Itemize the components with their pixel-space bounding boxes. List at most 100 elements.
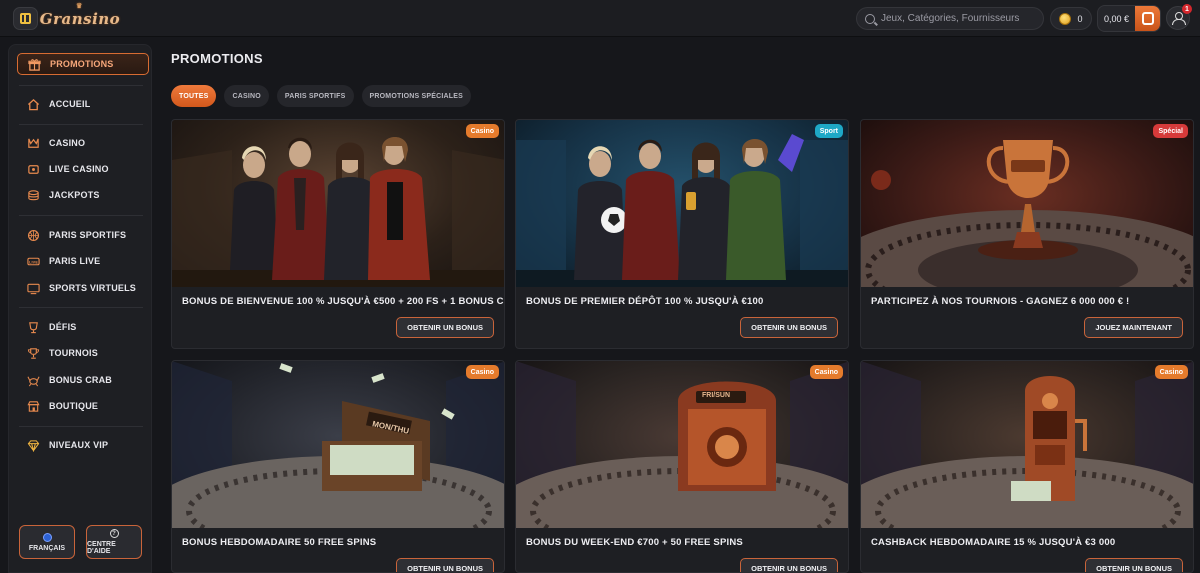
promo-title: CASHBACK HEBDOMADAIRE 15 % JUSQU'À €3 00… — [871, 537, 1116, 548]
tab-promotions-speciales[interactable]: PROMOTIONS SPÉCIALES — [361, 85, 471, 107]
promo-image: Casino FRI/SUN — [516, 361, 848, 528]
get-bonus-button[interactable]: OBTENIR UN BONUS — [740, 317, 838, 338]
home-icon — [27, 98, 40, 111]
notification-badge: 1 — [1182, 4, 1192, 14]
get-bonus-button[interactable]: OBTENIR UN BONUS — [1085, 558, 1183, 572]
sidebar-item-label: LIVE CASINO — [49, 164, 109, 174]
promo-card[interactable]: Casino CASHBACK HEBDOMADAIRE 15 % JUSQU'… — [860, 360, 1194, 573]
logo-text: Gransino — [39, 9, 121, 28]
sidebar-item-jackpots[interactable]: JACKPOTS — [17, 184, 149, 206]
promo-card[interactable]: Casino BONUS DE BIENVENUE 100 % JUSQU'À … — [171, 119, 505, 349]
category-badge: Sport — [814, 124, 843, 138]
sidebar: PROMOTIONS ACCUEIL CASINO LIVE CASINO JA… — [8, 44, 152, 573]
promo-image: Casino MON/THU — [172, 361, 504, 528]
balance-button[interactable]: 0,00 € — [1097, 5, 1161, 32]
category-badge: Casino — [465, 365, 499, 379]
promo-image: Sport — [516, 120, 848, 287]
promo-title: BONUS DE PREMIER DÉPÔT 100 % JUSQU'À €10… — [526, 296, 764, 307]
sidebar-item-label: SPORTS VIRTUELS — [49, 283, 137, 293]
sidebar-item-boutique[interactable]: BOUTIQUE — [17, 395, 149, 417]
virtual-sports-icon — [27, 282, 40, 295]
category-badge: Casino — [1154, 365, 1188, 379]
sidebar-item-promotions[interactable]: PROMOTIONS — [17, 53, 149, 75]
jackpots-icon — [27, 189, 40, 202]
svg-text:LIVE: LIVE — [29, 260, 38, 264]
promo-image: Casino — [861, 361, 1193, 528]
ball-icon — [27, 229, 40, 242]
promo-card[interactable]: Spécial PARTICIPEZ À NOS TOURNOIS - GAGN… — [860, 119, 1194, 349]
tab-paris-sportifs[interactable]: PARIS SPORTIFS — [276, 85, 354, 107]
promo-sign: FRI/SUN — [702, 392, 730, 399]
sidebar-toggle-icon — [20, 13, 31, 24]
divider — [19, 307, 143, 308]
logo[interactable]: ♛ Gransino — [40, 1, 120, 33]
coins-count: 0 — [1077, 13, 1083, 24]
divider — [19, 215, 143, 216]
user-icon — [1172, 11, 1186, 25]
sidebar-item-label: CASINO — [49, 138, 86, 148]
promo-image: Casino — [172, 120, 504, 287]
sidebar-item-accueil[interactable]: ACCUEIL — [17, 93, 149, 115]
page-title: PROMOTIONS — [171, 51, 263, 66]
sidebar-item-defis[interactable]: DÉFIS — [17, 316, 149, 338]
get-bonus-button[interactable]: OBTENIR UN BONUS — [396, 558, 494, 572]
sidebar-item-casino[interactable]: CASINO — [17, 132, 149, 154]
sidebar-toggle-button[interactable] — [13, 7, 38, 30]
help-icon: ? — [109, 529, 119, 538]
sidebar-item-bonus-crab[interactable]: BONUS CRAB — [17, 369, 149, 391]
category-badge: Casino — [465, 124, 499, 138]
live-icon: LIVE — [27, 255, 40, 268]
profile-button[interactable]: 1 — [1166, 4, 1192, 30]
sidebar-item-live-casino[interactable]: LIVE CASINO — [17, 158, 149, 180]
top-header: ♛ Gransino 0 0,00 € 1 — [0, 0, 1200, 37]
sidebar-item-label: JACKPOTS — [49, 190, 100, 200]
sidebar-item-label: TOURNOIS — [49, 348, 98, 358]
tab-toutes[interactable]: TOUTES — [171, 85, 217, 107]
divider — [19, 426, 143, 427]
divider — [19, 85, 143, 86]
sidebar-item-paris-sportifs[interactable]: PARIS SPORTIFS — [17, 224, 149, 246]
sidebar-item-label: NIVEAUX VIP — [49, 440, 109, 450]
sidebar-item-sports-virtuels[interactable]: SPORTS VIRTUELS — [17, 277, 149, 299]
search-input[interactable] — [881, 13, 1031, 24]
promo-title: BONUS DE BIENVENUE 100 % JUSQU'À €500 + … — [182, 296, 505, 307]
sidebar-item-niveaux-vip[interactable]: NIVEAUX VIP — [17, 434, 149, 456]
wallet-icon — [1141, 12, 1154, 25]
diamond-icon — [27, 439, 40, 452]
challenge-icon — [27, 321, 40, 334]
sidebar-item-label: PARIS SPORTIFS — [49, 230, 127, 240]
coins-button[interactable]: 0 — [1050, 7, 1092, 30]
help-label: CENTRE D'AIDE — [87, 541, 116, 555]
promo-title: BONUS DU WEEK-END €700 + 50 FREE SPINS — [526, 537, 743, 548]
language-button[interactable]: FRANÇAIS — [19, 525, 75, 559]
sidebar-item-label: BOUTIQUE — [49, 401, 99, 411]
get-bonus-button[interactable]: OBTENIR UN BONUS — [740, 558, 838, 572]
crab-icon — [27, 374, 40, 387]
promo-card[interactable]: Sport BONUS DE PREMIER DÉPÔT 100 % JUSQU… — [515, 119, 849, 349]
search-icon — [865, 13, 875, 24]
crown-icon: ♛ — [76, 1, 83, 10]
wallet-button[interactable] — [1135, 6, 1160, 31]
play-now-button[interactable]: JOUEZ MAINTENANT — [1084, 317, 1183, 338]
promo-image: Spécial — [861, 120, 1193, 287]
sidebar-item-label: BONUS CRAB — [49, 375, 113, 385]
balance-amount: 0,00 € — [1103, 13, 1130, 24]
sidebar-item-paris-live[interactable]: LIVE PARIS LIVE — [17, 250, 149, 272]
filter-tabs: TOUTES CASINO PARIS SPORTIFS PROMOTIONS … — [171, 85, 471, 107]
sidebar-item-label: ACCUEIL — [49, 99, 91, 109]
casino-icon — [27, 137, 40, 150]
language-label: FRANÇAIS — [28, 544, 66, 552]
search-bar[interactable] — [856, 7, 1044, 30]
coin-icon — [1059, 12, 1072, 25]
promo-card[interactable]: Casino FRI/SUN BONUS DU WEEK-END €700 + … — [515, 360, 849, 573]
get-bonus-button[interactable]: OBTENIR UN BONUS — [396, 317, 494, 338]
help-center-button[interactable]: ? CENTRE D'AIDE — [86, 525, 142, 559]
trophy-icon — [27, 347, 40, 360]
promo-title: PARTICIPEZ À NOS TOURNOIS - GAGNEZ 6 000… — [871, 296, 1130, 307]
globe-icon — [42, 532, 52, 542]
sidebar-item-tournois[interactable]: TOURNOIS — [17, 342, 149, 364]
promo-card[interactable]: Casino MON/THU BONUS HEBDOMADAIRE 50 FRE… — [171, 360, 505, 573]
tab-casino[interactable]: CASINO — [224, 85, 269, 107]
shop-icon — [27, 400, 40, 413]
category-badge: Casino — [809, 365, 843, 379]
